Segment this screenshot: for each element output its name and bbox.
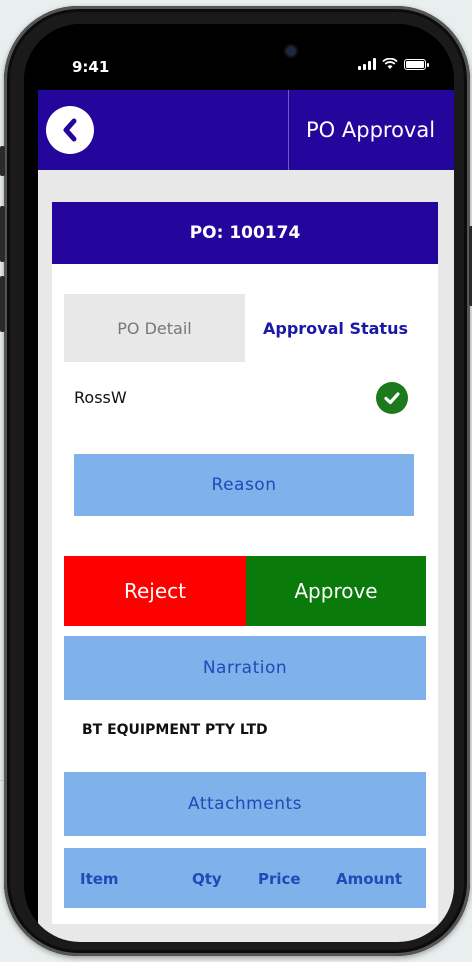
page-title: PO Approval bbox=[306, 118, 436, 142]
battery-icon bbox=[404, 58, 429, 70]
phone-screen: 9:41 PO Approval PO: 100174 PO Detail Ap… bbox=[24, 24, 454, 942]
po-number-bar: PO: 100174 bbox=[52, 202, 438, 264]
status-icons bbox=[358, 58, 429, 70]
volume-down-button bbox=[0, 276, 5, 332]
status-bar: 9:41 bbox=[24, 24, 454, 92]
column-header-amount: Amount bbox=[336, 870, 403, 888]
app-header: PO Approval bbox=[38, 90, 454, 170]
narration-text: BT EQUIPMENT PTY LTD bbox=[82, 722, 268, 738]
column-header-price: Price bbox=[258, 870, 301, 888]
back-button[interactable] bbox=[46, 106, 94, 154]
approve-button[interactable]: Approve bbox=[246, 556, 426, 626]
action-buttons: Reject Approve bbox=[64, 556, 426, 626]
phone-frame: 9:41 PO Approval PO: 100174 PO Detail Ap… bbox=[0, 6, 472, 956]
front-camera bbox=[286, 46, 296, 56]
column-header-item: Item bbox=[80, 870, 119, 888]
reject-button[interactable]: Reject bbox=[64, 556, 246, 626]
mute-switch bbox=[0, 146, 5, 176]
wifi-icon bbox=[382, 58, 398, 69]
tab-po-detail[interactable]: PO Detail bbox=[64, 294, 245, 362]
narration-button[interactable]: Narration bbox=[64, 636, 426, 700]
line-items-table-header: Item Qty Price Amount bbox=[64, 848, 426, 908]
approver-name: RossW bbox=[74, 388, 127, 407]
tab-bar: PO Detail Approval Status bbox=[64, 294, 426, 362]
po-number-label: PO: 100174 bbox=[189, 223, 301, 243]
tab-approval-status[interactable]: Approval Status bbox=[245, 294, 426, 362]
po-card: PO Detail Approval Status RossW Reason R… bbox=[52, 264, 438, 924]
check-circle-icon bbox=[376, 382, 408, 414]
main-content: PO: 100174 PO Detail Approval Status Ros… bbox=[38, 170, 454, 942]
volume-up-button bbox=[0, 206, 5, 262]
column-header-qty: Qty bbox=[192, 870, 222, 888]
attachments-button[interactable]: Attachments bbox=[64, 772, 426, 836]
header-divider bbox=[288, 90, 289, 170]
signal-icon bbox=[358, 58, 376, 70]
chevron-left-icon bbox=[63, 118, 77, 142]
status-time: 9:41 bbox=[72, 58, 110, 76]
reason-button[interactable]: Reason bbox=[74, 454, 414, 516]
